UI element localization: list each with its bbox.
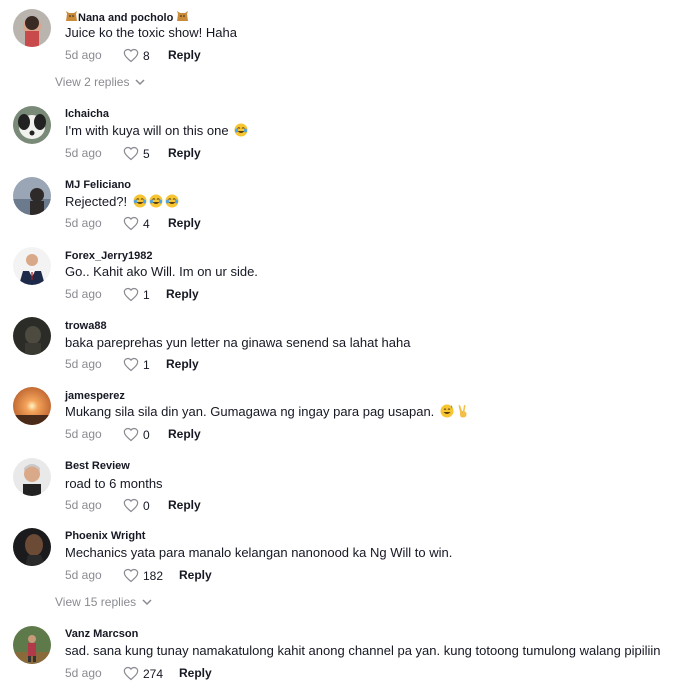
username[interactable]: MJ Feliciano [65, 179, 131, 191]
comment-date: 5d ago [65, 666, 102, 680]
like-count: 1 [143, 357, 150, 372]
grinning-sweat-emoji [440, 404, 454, 418]
comment-text: Mukang sila sila din yan. Gumagawa ng in… [65, 404, 470, 419]
view-replies-button[interactable]: View 2 replies [55, 75, 146, 89]
like-count: 0 [143, 498, 150, 513]
comment-text: Juice ko the toxic show! Haha [65, 25, 237, 40]
avatar[interactable] [13, 247, 51, 285]
username[interactable]: Best Review [65, 460, 130, 472]
like-button[interactable]: 0 [123, 427, 150, 442]
comment-text: I'm with kuya will on this one [65, 123, 248, 138]
cat-emoji-icon [176, 10, 189, 22]
avatar[interactable] [13, 106, 51, 144]
reply-button[interactable]: Reply [168, 146, 201, 160]
username[interactable]: Forex_Jerry1982 [65, 250, 152, 262]
reply-button[interactable]: Reply [168, 427, 201, 441]
face-with-tears-of-joy-emoji [149, 194, 163, 208]
comment-date: 5d ago [65, 568, 102, 582]
comment-text: sad. sana kung tunay namakatulong kahit … [65, 643, 661, 658]
like-button[interactable]: 0 [123, 498, 150, 513]
heart-outline-icon [123, 216, 139, 231]
reply-button[interactable]: Reply [168, 216, 201, 230]
like-button[interactable]: 274 [123, 666, 163, 681]
view-replies-label: View 2 replies [55, 75, 130, 89]
comment-text: Go.. Kahit ako Will. Im on ur side. [65, 264, 258, 279]
face-with-tears-of-joy-emoji [133, 194, 147, 208]
avatar[interactable] [13, 528, 51, 566]
like-button[interactable]: 4 [123, 216, 150, 231]
comment-date: 5d ago [65, 287, 102, 301]
comment-text-content: Mukang sila sila din yan. Gumagawa ng in… [65, 404, 435, 419]
avatar[interactable] [13, 9, 51, 47]
like-button[interactable]: 5 [123, 146, 150, 161]
chevron-down-icon [135, 78, 146, 85]
like-button[interactable]: 1 [123, 287, 150, 302]
face-with-tears-of-joy-emoji [234, 123, 248, 137]
heart-outline-icon [123, 146, 139, 161]
like-count: 182 [143, 568, 164, 583]
heart-outline-icon [123, 427, 139, 442]
comment-date: 5d ago [65, 498, 102, 512]
face-with-tears-of-joy-emoji [165, 194, 179, 208]
comment-date: 5d ago [65, 427, 102, 441]
reply-button[interactable]: Reply [179, 568, 212, 582]
username[interactable]: Vanz Marcson [65, 628, 138, 640]
avatar[interactable] [13, 458, 51, 496]
comment-text: baka pareprehas yun letter na ginawa sen… [65, 335, 411, 350]
comment-date: 5d ago [65, 216, 102, 230]
comment-text-content: Rejected?! [65, 194, 128, 209]
like-count: 1 [143, 287, 150, 302]
avatar[interactable] [13, 317, 51, 355]
view-replies-button[interactable]: View 15 replies [55, 595, 152, 609]
comment-date: 5d ago [65, 146, 102, 160]
reply-button[interactable]: Reply [166, 357, 199, 371]
username[interactable]: lchaicha [65, 108, 109, 120]
comment-text-content: I'm with kuya will on this one [65, 123, 229, 138]
reply-button[interactable]: Reply [168, 498, 201, 512]
heart-outline-icon [123, 48, 139, 63]
reply-button[interactable]: Reply [168, 48, 201, 62]
like-count: 4 [143, 216, 150, 231]
avatar[interactable] [13, 387, 51, 425]
comment-date: 5d ago [65, 357, 102, 371]
username[interactable]: jamesperez [65, 390, 125, 402]
like-count: 8 [143, 48, 150, 63]
like-button[interactable]: 1 [123, 357, 150, 372]
heart-outline-icon [123, 568, 139, 583]
reply-button[interactable]: Reply [179, 666, 212, 680]
cat-emoji-icon [65, 10, 78, 22]
heart-outline-icon [123, 498, 139, 513]
chevron-down-icon [142, 598, 152, 605]
like-count: 0 [143, 427, 150, 442]
comment-text: Rejected?! [65, 194, 179, 209]
like-button[interactable]: 8 [123, 48, 150, 63]
like-count: 5 [143, 146, 150, 161]
username[interactable]: Phoenix Wright [65, 530, 145, 542]
reply-button[interactable]: Reply [166, 287, 199, 301]
heart-outline-icon [123, 287, 139, 302]
victory-hand-emoji [456, 404, 470, 418]
heart-outline-icon [123, 666, 139, 681]
avatar[interactable] [13, 177, 51, 215]
view-replies-label: View 15 replies [55, 595, 137, 609]
comment-date: 5d ago [65, 48, 102, 62]
username-text: Nana and pocholo [78, 12, 174, 24]
username[interactable]: Nana and pocholo [65, 10, 189, 24]
username[interactable]: trowa88 [65, 320, 107, 332]
like-count: 274 [143, 666, 164, 681]
comment-text: road to 6 months [65, 476, 163, 491]
like-button[interactable]: 182 [123, 568, 163, 583]
comment-text: Mechanics yata para manalo kelangan nano… [65, 545, 453, 560]
avatar[interactable] [13, 626, 51, 664]
heart-outline-icon [123, 357, 139, 372]
